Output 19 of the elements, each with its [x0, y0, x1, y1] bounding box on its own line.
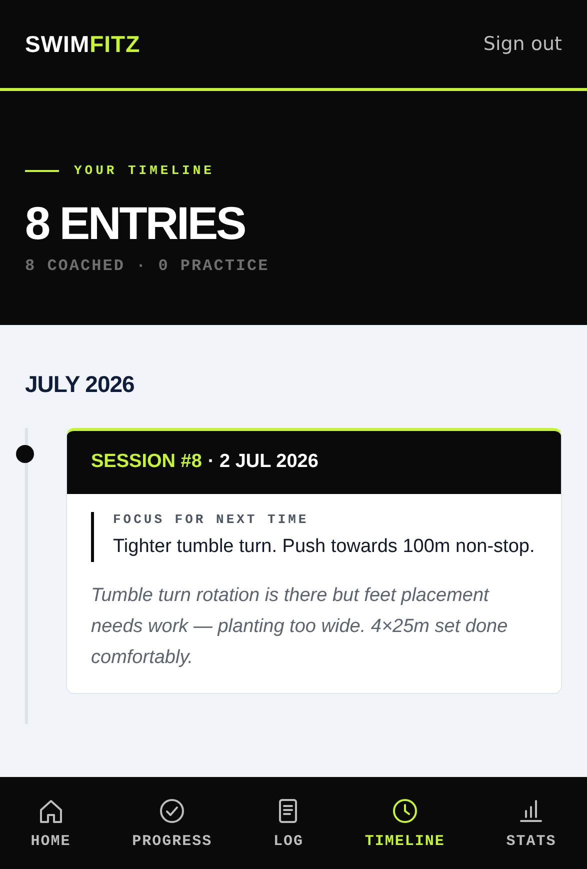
nav-tab[interactable]: PROGRESS [128, 796, 216, 850]
month-heading: JULY 2026 [25, 370, 136, 398]
section-eyebrow: YOUR TIMELINE [74, 163, 214, 178]
logo[interactable]: SWIMFITZ [25, 30, 140, 58]
focus-text: Tighter tumble turn. Push towards 100m non-stop. [113, 534, 536, 559]
sign-out-link[interactable]: Sign out [483, 33, 562, 55]
timeline-dot [16, 444, 34, 463]
entries-summary: 8 COACHED · 0 PRACTICE [25, 256, 270, 275]
coach-notes: Tumble turn rotation is there but feet placement needs work — planting too wide. 4×25m set done comfortably. [91, 584, 509, 670]
check-circle-icon [158, 796, 186, 824]
nav-tab[interactable]: STATS [502, 796, 560, 850]
entries-title: 8 ENTRIES [25, 198, 246, 249]
clock-icon [390, 796, 419, 824]
nav-tab[interactable]: HOME [26, 796, 75, 850]
session-number: SESSION #8 [91, 451, 202, 474]
nav-tab[interactable]: TIMELINE [360, 796, 449, 850]
nav-tab[interactable]: LOG [269, 796, 308, 850]
focus-label: FOCUS FOR NEXT TIME [113, 512, 310, 527]
session-date: · 2 JUL 2026 [208, 451, 318, 474]
